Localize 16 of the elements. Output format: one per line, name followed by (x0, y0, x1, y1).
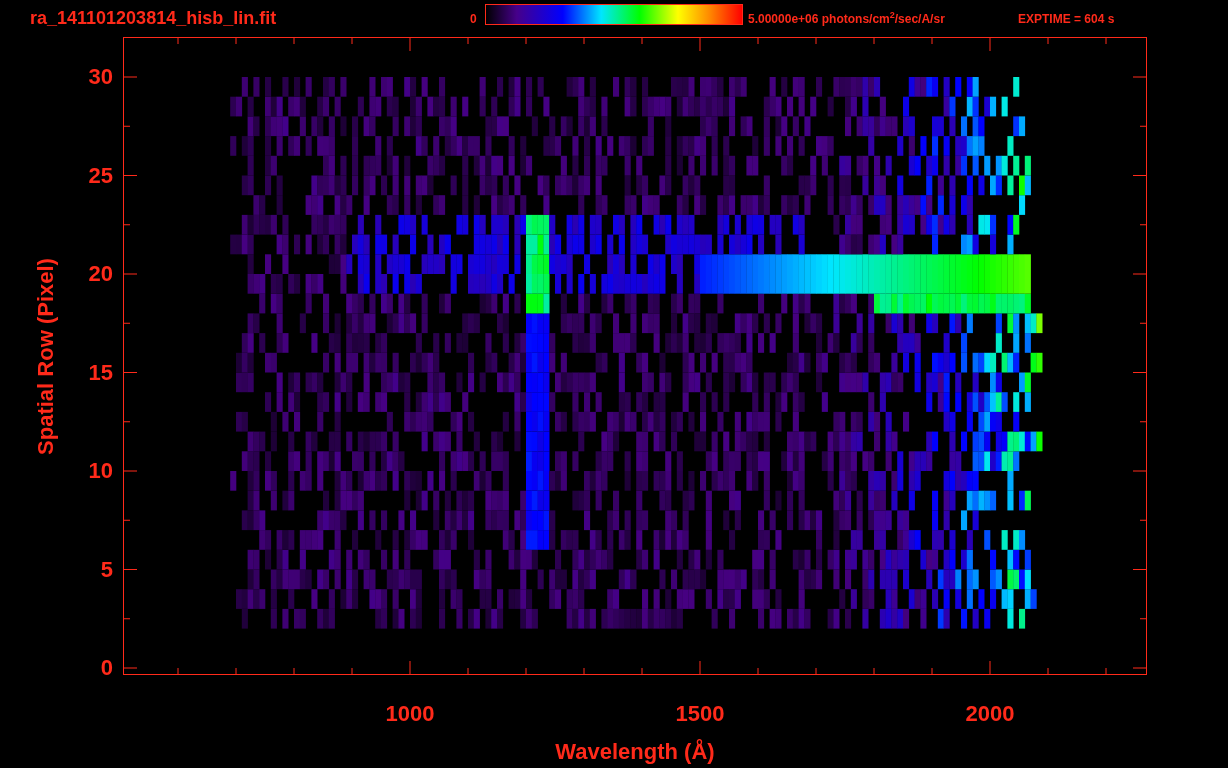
y-tick-label: 25 (88, 164, 113, 187)
file-title: ra_141101203814_hisb_lin.fit (30, 7, 278, 30)
x-tick-label: 1000 (385, 703, 435, 725)
y-tick-label: 5 (100, 558, 113, 581)
y-tick-label: 0 (100, 657, 113, 679)
colorbar-min-label: 0 (470, 10, 478, 28)
exposure-time: EXPTIME = 604 s (1018, 10, 1115, 28)
y-tick-label: 15 (88, 361, 113, 384)
x-tick-label: 1500 (675, 703, 725, 725)
y-tick-label: 10 (88, 460, 113, 482)
x-axis-label: Wavelength (Å) (555, 738, 715, 766)
y-tick-label: 30 (88, 66, 113, 88)
colorbar-max-label: 5.00000e+06 photons/cm$^{2}$/sec/A/sr (748, 9, 946, 28)
y-axis-label: Spatial Row (Pixel) (31, 257, 59, 455)
y-tick-label: 20 (88, 263, 113, 285)
x-tick-label: 2000 (965, 703, 1015, 725)
